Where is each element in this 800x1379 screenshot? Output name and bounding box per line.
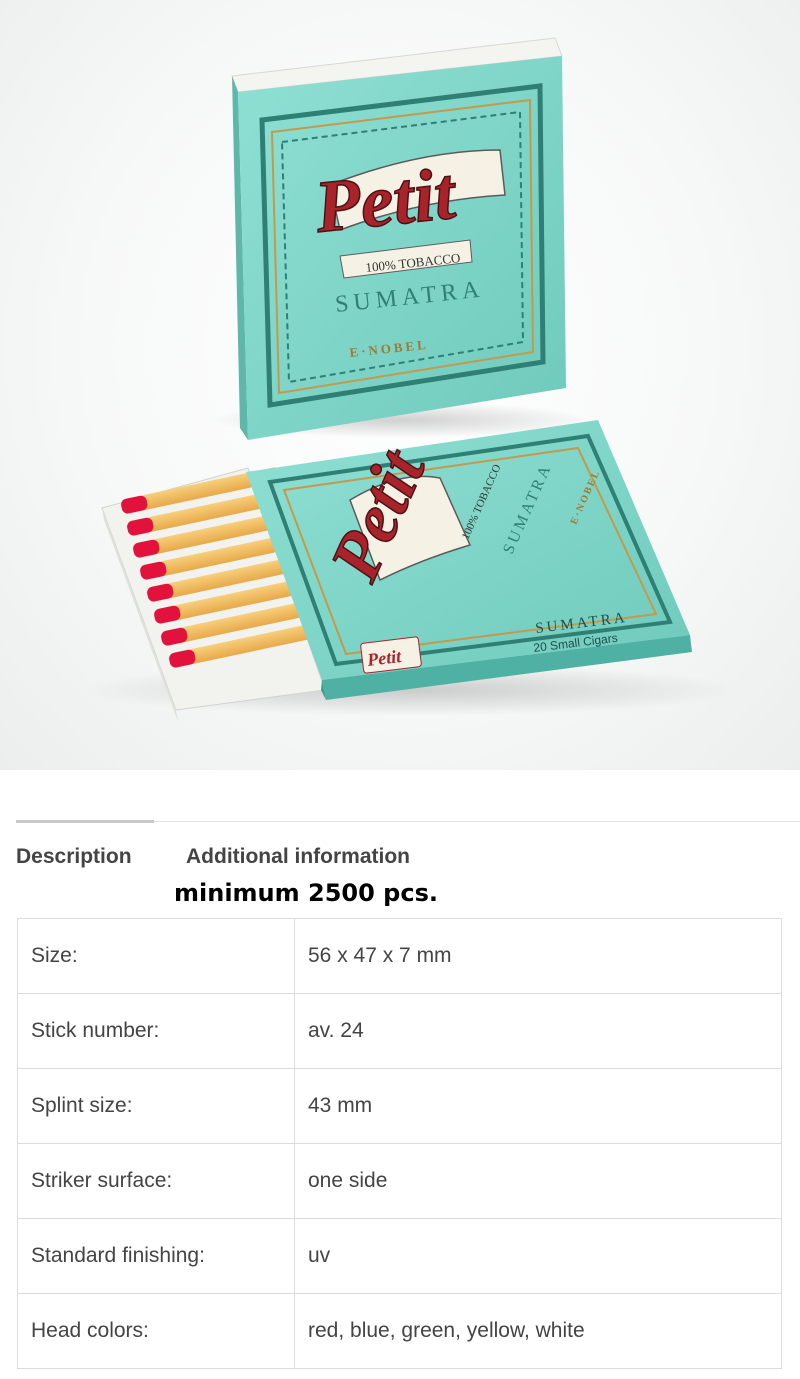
tab-additional-information[interactable]: Additional information <box>186 845 410 869</box>
spec-label: Striker surface: <box>17 1143 295 1219</box>
spec-label: Head colors: <box>17 1293 295 1369</box>
spec-label: Stick number: <box>17 993 295 1069</box>
tab-description[interactable]: Description <box>16 845 132 869</box>
spec-label: Size: <box>17 918 295 994</box>
spec-value: av. 24 <box>294 993 782 1069</box>
table-row: Size: 56 x 47 x 7 mm <box>17 918 782 994</box>
spec-value: uv <box>294 1218 782 1294</box>
spec-value: one side <box>294 1143 782 1219</box>
spec-value: 56 x 47 x 7 mm <box>294 918 782 994</box>
active-tab-indicator <box>16 820 154 823</box>
table-row: Head colors: red, blue, green, yellow, w… <box>17 1293 782 1369</box>
spec-value: red, blue, green, yellow, white <box>294 1293 782 1369</box>
spec-label: Standard finishing: <box>17 1218 295 1294</box>
spec-label: Splint size: <box>17 1068 295 1144</box>
table-row: Striker surface: one side <box>17 1143 782 1219</box>
minimum-order-note: minimum 2500 pcs. <box>174 879 438 907</box>
specs-table: Size: 56 x 47 x 7 mm Stick number: av. 2… <box>17 918 782 1369</box>
table-row: Stick number: av. 24 <box>17 993 782 1069</box>
spec-value: 43 mm <box>294 1068 782 1144</box>
table-row: Standard finishing: uv <box>17 1218 782 1294</box>
table-row: Splint size: 43 mm <box>17 1068 782 1144</box>
product-image: Petit 100% TOBACCO SUMATRA E·NOBEL Petit… <box>0 0 800 770</box>
standing-brand-text: Petit <box>310 152 461 249</box>
